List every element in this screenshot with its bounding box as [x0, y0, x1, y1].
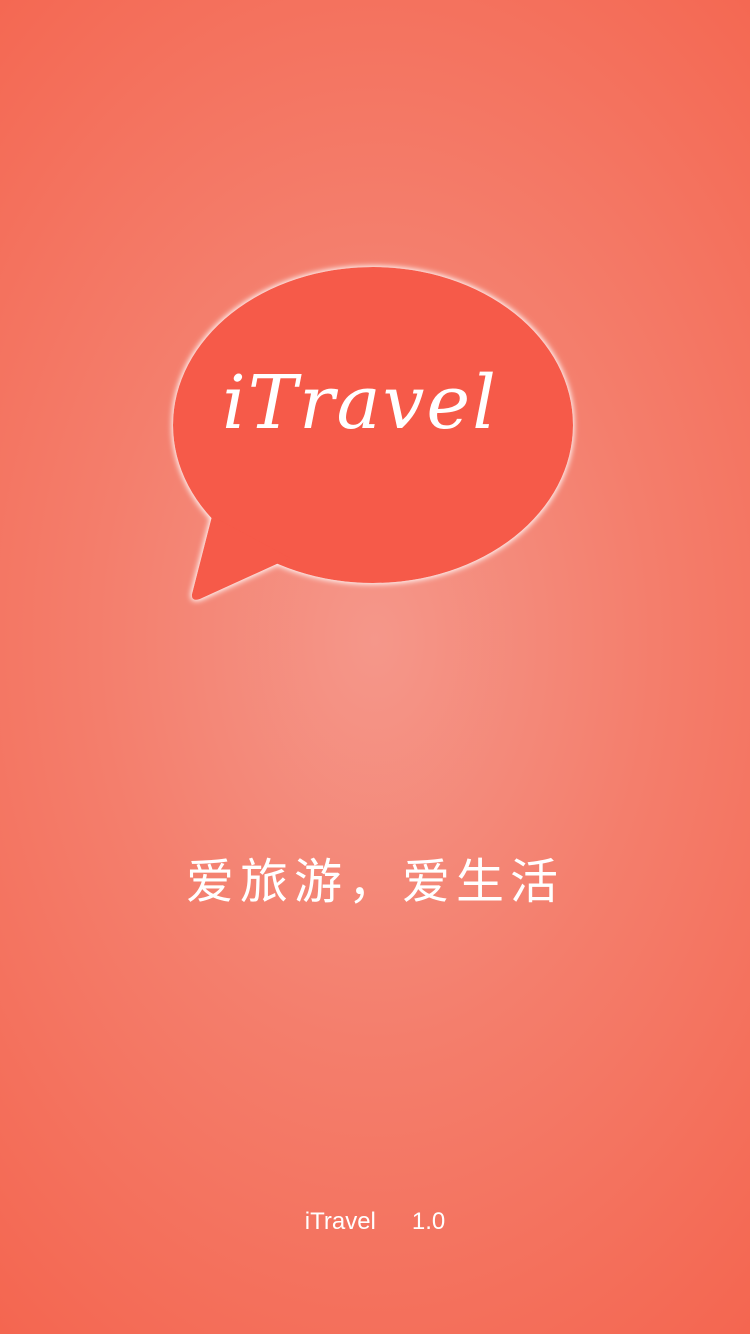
logo-text: iTravel: [222, 360, 498, 446]
slogan-text: 爱旅游，爱生活: [185, 854, 564, 910]
app-logo: iTravel: [160, 258, 590, 618]
splash-screen: iTravel 爱旅游，爱生活 iTravel 1.0: [0, 0, 750, 1334]
app-name-label: iTravel: [304, 1208, 376, 1235]
version-footer: iTravel 1.0: [0, 1210, 750, 1234]
version-label: 1.0: [411, 1208, 446, 1235]
